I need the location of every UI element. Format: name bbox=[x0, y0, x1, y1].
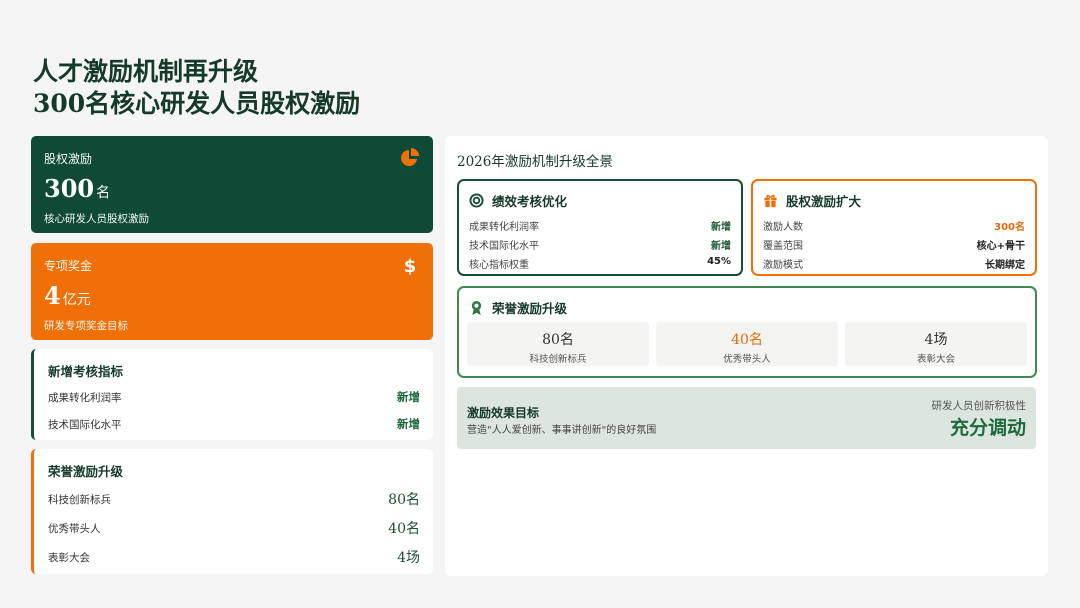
panel-title: 2026年激励机制升级全景 bbox=[457, 154, 613, 170]
bonus-card-sub: 研发专项奖金目标 bbox=[44, 320, 128, 332]
list-item: 表彰大会 4场 bbox=[48, 550, 420, 566]
goal-box: 激励效果目标 营造"人人爱创新、事事讲创新"的良好氛围 研发人员创新积极性 充分… bbox=[457, 387, 1036, 449]
list-item: 成果转化利润率 新增 bbox=[48, 390, 420, 404]
award-icon bbox=[471, 300, 482, 315]
target-icon bbox=[469, 193, 484, 208]
honor-box-heading: 荣誉激励升级 bbox=[469, 298, 1025, 317]
honor-cell: 40名 优秀带头人 bbox=[656, 322, 838, 366]
title-line-2: 300名核心研发人员股权激励 bbox=[33, 89, 361, 118]
overview-panel: 2026年激励机制升级全景 绩效考核优化 成果转化利润率 新增 技术国际化水平 新增… bbox=[445, 136, 1048, 576]
goal-heading: 激励效果目标 bbox=[467, 406, 540, 420]
new-metrics-heading: 新增考核指标 bbox=[48, 364, 124, 379]
equity-card-label: 股权激励 bbox=[44, 152, 93, 166]
equity-box: 股权激励扩大 激励人数 300名 覆盖范围 核心+骨干 激励模式 长期绑定 bbox=[751, 179, 1037, 276]
honor-heading: 荣誉激励升级 bbox=[48, 464, 124, 479]
equity-card: 股权激励 300 名 核心研发人员股权激励 bbox=[31, 136, 433, 233]
goal-desc: 营造"人人爱创新、事事讲创新"的良好氛围 bbox=[467, 425, 657, 436]
bonus-card-value: 4 亿元 bbox=[44, 281, 91, 310]
list-item: 成果转化利润率 新增 bbox=[469, 222, 731, 233]
new-metrics-card: 新增考核指标 成果转化利润率 新增 技术国际化水平 新增 bbox=[31, 349, 433, 440]
honor-cell: 4场 表彰大会 bbox=[845, 322, 1027, 366]
gift-icon bbox=[764, 194, 777, 208]
goal-right-value: 充分调动 bbox=[949, 417, 1026, 439]
page-title: 人才激励机制再升级 300名核心研发人员股权激励 bbox=[33, 56, 360, 120]
bonus-card-label: 专项奖金 bbox=[44, 259, 93, 273]
list-item: 技术国际化水平 新增 bbox=[469, 241, 731, 252]
goal-right-label: 研发人员创新积极性 bbox=[931, 400, 1027, 412]
honor-box: 荣誉激励升级 80名 科技创新标兵 40名 优秀带头人 4场 表彰大会 bbox=[457, 286, 1037, 378]
perf-box: 绩效考核优化 成果转化利润率 新增 技术国际化水平 新增 核心指标权重 45% bbox=[457, 179, 743, 276]
dollar-icon: $ bbox=[404, 256, 417, 275]
pie-chart-icon bbox=[401, 148, 419, 166]
list-item: 核心指标权重 45% bbox=[469, 256, 731, 271]
equity-heading: 股权激励扩大 bbox=[763, 191, 1025, 210]
bonus-card: 专项奖金 4 亿元 研发专项奖金目标 $ bbox=[31, 243, 433, 340]
left-column: 股权激励 300 名 核心研发人员股权激励 专项奖金 4 亿元 研发专项奖金目标 $… bbox=[31, 136, 433, 574]
list-item: 优秀带头人 40名 bbox=[48, 521, 420, 537]
perf-heading: 绩效考核优化 bbox=[469, 191, 731, 210]
list-item: 激励人数 300名 bbox=[763, 222, 1025, 233]
svg-text:$: $ bbox=[404, 256, 417, 275]
list-item: 激励模式 长期绑定 bbox=[763, 260, 1025, 271]
list-item: 技术国际化水平 新增 bbox=[48, 417, 420, 431]
title-line-1: 人才激励机制再升级 bbox=[33, 57, 259, 86]
honor-card: 荣誉激励升级 科技创新标兵 80名 优秀带头人 40名 表彰大会 4场 bbox=[31, 449, 433, 574]
list-item: 科技创新标兵 80名 bbox=[48, 492, 420, 508]
equity-card-value: 300 名 bbox=[44, 174, 111, 203]
honor-cell: 80名 科技创新标兵 bbox=[467, 322, 649, 366]
list-item: 覆盖范围 核心+骨干 bbox=[763, 241, 1025, 252]
equity-card-sub: 核心研发人员股权激励 bbox=[44, 213, 149, 225]
